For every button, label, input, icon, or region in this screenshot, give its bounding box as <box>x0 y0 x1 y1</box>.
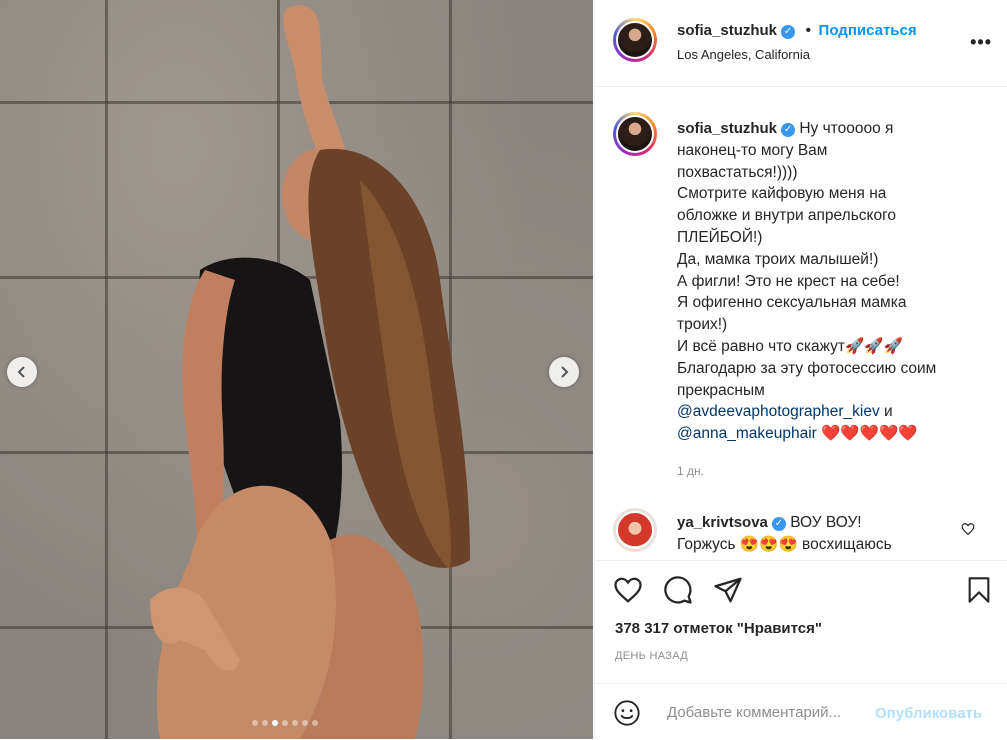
carousel-dot-active <box>272 720 278 726</box>
caption-and: и <box>879 403 893 421</box>
carousel-next-button[interactable] <box>549 357 579 387</box>
likes-count[interactable]: 378 317 отметок "Нравится" <box>615 620 822 637</box>
chevron-right-icon <box>561 366 569 378</box>
mention-link[interactable]: @avdeevaphotographer_kiev <box>677 403 880 420</box>
caption-line: Я офигенно сексуальная мамка <box>677 294 907 312</box>
caption-line: обложке и внутри апрельского <box>677 207 897 225</box>
post-date[interactable]: ДЕНЬ НАЗАД <box>615 650 688 662</box>
caption-line: наконец-то могу Вам <box>677 141 828 159</box>
caption-line: ПЛЕЙБОЙ!) <box>677 228 763 246</box>
caption-line: Благодарю за эту фотосессию соим <box>677 359 937 377</box>
heart-icon[interactable] <box>613 575 643 605</box>
caption-line: И всё равно что скажут🚀🚀🚀 <box>677 337 903 355</box>
caption-avatar[interactable] <box>613 112 657 156</box>
verified-badge-icon: ✓ <box>781 25 796 39</box>
chevron-left-icon <box>17 366 25 378</box>
caption-line: похвастаться!)))) <box>677 163 798 181</box>
comment: ya_krivtsova ✓ ВОУ ВОУ! Горжусь 😍😍😍 восхи… <box>677 512 967 556</box>
comment-input[interactable] <box>665 703 869 722</box>
post-side-panel: sofia_stuzhuk ✓ • Подписаться Los Angeles… <box>594 0 1007 739</box>
caption-time[interactable]: 1 дн. <box>677 464 704 478</box>
emoji-icon[interactable] <box>613 699 641 727</box>
share-icon[interactable] <box>713 575 743 605</box>
caption-line: троих!) <box>677 316 728 334</box>
caption-line: Да, мамка троих малышей!) <box>677 250 879 268</box>
post-username[interactable]: sofia_stuzhuk <box>677 22 777 39</box>
comment-username[interactable]: ya_krivtsova <box>677 514 768 531</box>
comment-icon[interactable] <box>663 575 693 605</box>
caption-line: А фигли! Это не крест на себе! <box>677 272 900 290</box>
separator-dot: • <box>805 22 812 39</box>
avatar[interactable] <box>613 18 657 62</box>
carousel-dot <box>252 720 258 726</box>
comment-avatar[interactable] <box>613 508 657 552</box>
comment-text: ВОУ ВОУ! <box>790 514 862 531</box>
carousel-dot <box>262 720 268 726</box>
hearts-emoji: ❤️❤️❤️❤️❤️ <box>816 425 918 443</box>
caption-line: прекрасным <box>677 381 765 399</box>
caption-line: Ну чтооооо я <box>799 120 894 137</box>
carousel-dot <box>282 720 288 726</box>
caption-username[interactable]: sofia_stuzhuk <box>677 120 777 137</box>
verified-badge-icon: ✓ <box>771 517 786 531</box>
carousel-dot <box>312 720 318 726</box>
post-location[interactable]: Los Angeles, California <box>677 47 810 62</box>
comment-text: Горжусь 😍😍😍 восхищаюсь <box>677 536 892 553</box>
bookmark-icon[interactable] <box>965 575 993 605</box>
verified-badge-icon: ✓ <box>781 123 796 137</box>
post-header: sofia_stuzhuk ✓ • Подписаться Los Angeles… <box>595 0 1007 87</box>
publish-button[interactable]: Опубликовать <box>875 705 982 722</box>
post-photo[interactable] <box>0 0 593 739</box>
follow-button[interactable]: Подписаться <box>819 22 917 39</box>
carousel-indicator <box>252 720 318 726</box>
caption-line: Смотрите кайфовую меня на <box>677 185 887 203</box>
carousel-dot <box>292 720 298 726</box>
add-comment-bar: Опубликовать <box>595 683 1007 740</box>
carousel-prev-button[interactable] <box>7 357 37 387</box>
photo-subject <box>150 5 470 739</box>
caption: sofia_stuzhuk ✓ Ну чтооооо я наконец-то м… <box>677 118 977 445</box>
mention-link[interactable]: @anna_makeuphair <box>677 425 817 442</box>
comment-like-heart-icon[interactable] <box>961 522 975 536</box>
carousel-dot <box>302 720 308 726</box>
more-options-icon[interactable]: ••• <box>970 32 992 53</box>
